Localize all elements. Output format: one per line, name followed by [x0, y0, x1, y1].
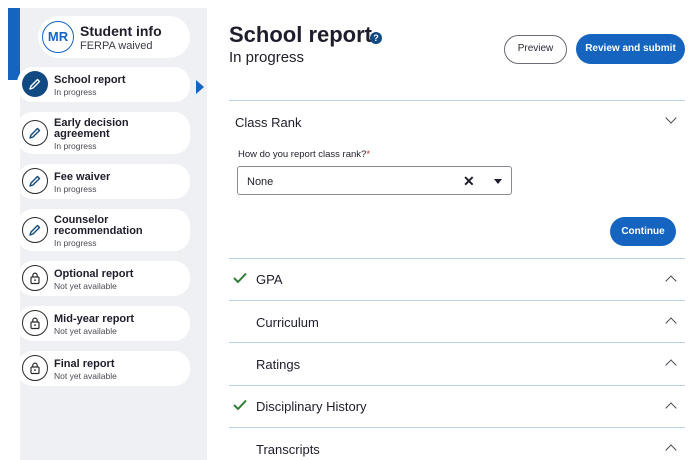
- lock-icon: [22, 265, 48, 291]
- section-divider: [229, 342, 685, 343]
- sidebar-item-fee-waiver[interactable]: Fee waiver In progress: [17, 164, 190, 199]
- student-info-title: Student info: [80, 23, 162, 39]
- class-rank-section-title[interactable]: Class Rank: [235, 115, 301, 130]
- pencil-icon: [22, 71, 48, 97]
- pencil-icon: [22, 168, 48, 194]
- help-icon[interactable]: ?: [370, 32, 382, 44]
- sidebar-item-label: Mid-year report: [54, 313, 135, 325]
- sidebar-item-label: Final report: [54, 358, 115, 370]
- sidebar-item-status: In progress: [54, 87, 97, 97]
- section-title-disciplinary-history[interactable]: Disciplinary History: [256, 399, 367, 414]
- section-divider: [229, 385, 685, 386]
- sidebar-item-mid-year-report[interactable]: Mid-year report Not yet available: [17, 306, 190, 341]
- clear-icon[interactable]: ✕: [463, 173, 475, 190]
- avatar: MR: [42, 21, 74, 53]
- section-title-curriculum[interactable]: Curriculum: [256, 315, 319, 330]
- accent-bar: [8, 8, 20, 80]
- sidebar-item-status: In progress: [54, 184, 97, 194]
- chevron-up-icon[interactable]: [665, 317, 677, 329]
- check-icon: [233, 272, 247, 284]
- sidebar-item-label-line2: agreement: [54, 128, 110, 140]
- sidebar-item-status: In progress: [54, 141, 97, 151]
- lock-icon: [22, 355, 48, 381]
- sidebar-item-status: Not yet available: [54, 281, 117, 291]
- sidebar-item-label: Optional report: [54, 268, 134, 280]
- pencil-icon: [22, 120, 48, 146]
- required-asterisk: *: [366, 149, 371, 160]
- ferpa-status: FERPA waived: [80, 40, 153, 52]
- sidebar-item-status: Not yet available: [54, 371, 117, 381]
- student-info-card[interactable]: MR Student info FERPA waived: [38, 16, 190, 58]
- continue-button[interactable]: Continue: [610, 217, 676, 246]
- sidebar-item-label: Fee waiver: [54, 171, 111, 183]
- section-divider: [229, 300, 685, 301]
- section-title-gpa[interactable]: GPA: [256, 272, 283, 287]
- sidebar-item-optional-report[interactable]: Optional report Not yet available: [17, 261, 190, 296]
- active-item-indicator: [196, 80, 204, 94]
- sidebar-item-counselor-recommendation[interactable]: Counselor recommendation In progress: [17, 209, 190, 251]
- check-icon: [233, 399, 247, 411]
- section-title-transcripts[interactable]: Transcripts: [256, 442, 320, 457]
- chevron-up-icon[interactable]: [665, 402, 677, 414]
- review-and-submit-button[interactable]: Review and submit: [576, 34, 685, 64]
- class-rank-question: How do you report class rank?*: [238, 149, 371, 160]
- page-title: School report: [229, 22, 373, 47]
- class-rank-selected-value: None: [247, 176, 274, 188]
- pencil-icon: [22, 217, 48, 243]
- sidebar-item-label: School report: [54, 74, 126, 86]
- section-divider: [229, 258, 685, 259]
- class-rank-select[interactable]: None ✕: [237, 166, 512, 195]
- chevron-up-icon[interactable]: [665, 359, 677, 371]
- chevron-down-icon[interactable]: [665, 112, 677, 124]
- page-status: In progress: [229, 49, 305, 66]
- section-divider: [229, 427, 685, 428]
- sidebar-item-status: Not yet available: [54, 326, 117, 336]
- sidebar-item-status: In progress: [54, 238, 97, 248]
- section-title-ratings[interactable]: Ratings: [256, 357, 300, 372]
- sidebar-item-school-report[interactable]: School report In progress: [17, 67, 190, 102]
- sidebar-item-label-line2: recommendation: [54, 225, 143, 237]
- caret-down-icon[interactable]: [494, 179, 502, 184]
- chevron-up-icon[interactable]: [665, 444, 677, 456]
- preview-button[interactable]: Preview: [504, 35, 567, 64]
- chevron-up-icon[interactable]: [665, 275, 677, 287]
- sidebar-item-final-report[interactable]: Final report Not yet available: [17, 351, 190, 386]
- lock-icon: [22, 310, 48, 336]
- section-divider: [229, 100, 685, 101]
- sidebar-item-early-decision[interactable]: Early decision agreement In progress: [17, 112, 190, 154]
